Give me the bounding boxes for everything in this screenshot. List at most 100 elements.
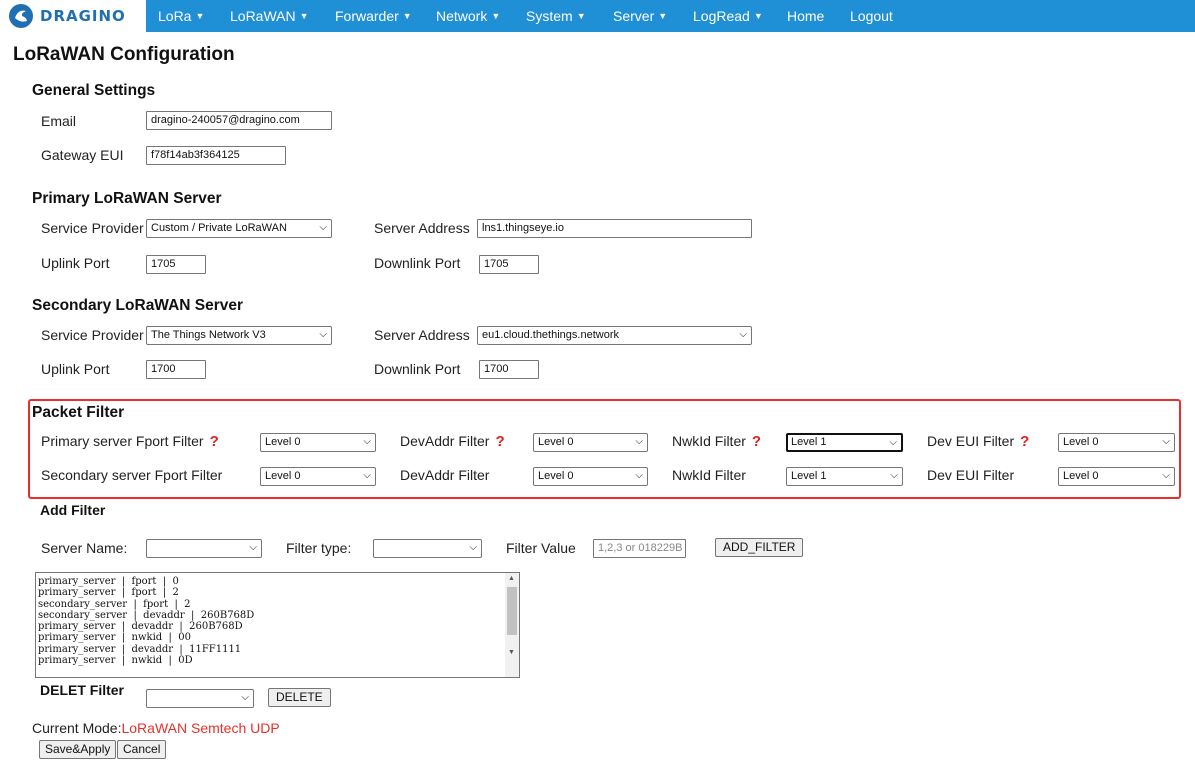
dragino-logo-icon (9, 4, 33, 28)
nav-server[interactable]: Server ▼ (613, 0, 667, 32)
help-icon[interactable]: ? (210, 433, 219, 450)
primary-deveui-filter-select[interactable]: Level 0 ⌵ (1058, 433, 1175, 452)
nav-label: LogRead (693, 8, 750, 24)
select-value: The Things Network V3 (151, 329, 266, 341)
select-value: Level 0 (1063, 436, 1099, 448)
add-filter-heading: Add Filter (40, 502, 106, 518)
nav-label: Home (787, 8, 825, 24)
scrollbar-thumb[interactable] (507, 587, 517, 635)
secondary-fport-filter-label: Secondary server Fport Filter (41, 467, 223, 483)
server-name-select[interactable]: ⌵ (146, 539, 262, 558)
select-value: eu1.cloud.thethings.network (482, 329, 619, 341)
current-mode: Current Mode:LoRaWAN Semtech UDP (32, 720, 280, 736)
primary-downlink-label: Downlink Port (374, 255, 461, 271)
secondary-deveui-filter-label: Dev EUI Filter (927, 467, 1015, 483)
filter-type-select[interactable]: ⌵ (373, 539, 482, 558)
scroll-up-icon[interactable]: ▲ (508, 575, 515, 582)
dragino-logo[interactable]: DRAGINO (0, 0, 146, 32)
secondary-deveui-filter-select[interactable]: Level 0 ⌵ (1058, 467, 1175, 486)
primary-devaddr-filter-select[interactable]: Level 0 ⌵ (533, 433, 648, 452)
delete-filter-heading: DELET Filter (40, 682, 125, 698)
secondary-devaddr-filter-select[interactable]: Level 0 ⌵ (533, 467, 648, 486)
label-text: Dev EUI Filter (927, 433, 1015, 449)
nav-forwarder[interactable]: Forwarder ▼ (335, 0, 412, 32)
nav-lora[interactable]: LoRa ▼ (158, 0, 204, 32)
chevron-down-icon: ⌵ (635, 470, 643, 481)
caret-down-icon: ▼ (299, 11, 309, 21)
filter-value-label: Filter Value (506, 540, 576, 556)
select-value: Level 0 (1063, 470, 1099, 482)
packet-filter-heading: Packet Filter (32, 404, 125, 421)
nav-logread[interactable]: LogRead ▼ (693, 0, 763, 32)
gateway-eui-field[interactable]: f78f14ab3f364125 (146, 146, 286, 165)
primary-devaddr-filter-label: DevAddr Filter? (400, 433, 505, 450)
label-text: Primary server Fport Filter (41, 433, 204, 449)
brand-name: DRAGINO (40, 7, 126, 25)
caret-down-icon: ▼ (658, 11, 668, 21)
select-value: Level 0 (538, 470, 574, 482)
delete-button[interactable]: DELETE (268, 688, 331, 707)
primary-fport-filter-select[interactable]: Level 0 ⌵ (260, 433, 376, 452)
primary-nwkid-filter-label: NwkId Filter? (672, 433, 761, 450)
primary-fport-filter-label: Primary server Fport Filter? (41, 433, 219, 450)
filter-value-input[interactable]: 1,2,3 or 018229B (593, 539, 686, 558)
chevron-down-icon: ⌵ (241, 692, 249, 703)
filter-list-scrollbar[interactable]: ▲ ▼ (505, 573, 519, 677)
secondary-downlink-field[interactable]: 1700 (479, 360, 539, 379)
chevron-down-icon: ⌵ (635, 436, 643, 447)
primary-nwkid-filter-select[interactable]: Level 1 ⌵ (786, 433, 903, 452)
nav-system[interactable]: System ▼ (526, 0, 586, 32)
secondary-downlink-label: Downlink Port (374, 361, 461, 377)
gateway-eui-label: Gateway EUI (41, 147, 124, 163)
cancel-button[interactable]: Cancel (117, 740, 167, 759)
primary-provider-select[interactable]: Custom / Private LoRaWAN ⌵ (146, 219, 332, 238)
email-field[interactable]: dragino-240057@dragino.com (146, 111, 332, 130)
secondary-address-label: Server Address (374, 327, 470, 343)
primary-provider-label: Service Provider (41, 220, 144, 236)
filter-list-textarea[interactable]: primary_server | fport | 0 primary_serve… (35, 572, 520, 678)
help-icon[interactable]: ? (1020, 433, 1029, 450)
nav-lorawan[interactable]: LoRaWAN ▼ (230, 0, 309, 32)
chevron-down-icon: ⌵ (363, 436, 371, 447)
caret-down-icon: ▼ (753, 11, 763, 21)
secondary-uplink-field[interactable]: 1700 (146, 360, 206, 379)
server-name-label: Server Name: (41, 540, 128, 556)
scroll-down-icon[interactable]: ▼ (508, 649, 515, 656)
nav-label: LoRaWAN (230, 8, 296, 24)
primary-address-label: Server Address (374, 220, 470, 236)
label-text: NwkId Filter (672, 433, 746, 449)
primary-uplink-field[interactable]: 1705 (146, 255, 206, 274)
save-apply-button[interactable]: Save&Apply (39, 740, 117, 759)
caret-down-icon: ▼ (491, 11, 501, 21)
current-mode-label: Current Mode: (32, 720, 122, 736)
nav-label: Forwarder (335, 8, 399, 24)
secondary-devaddr-filter-label: DevAddr Filter (400, 467, 490, 483)
nav-logout[interactable]: Logout (850, 0, 893, 32)
primary-uplink-label: Uplink Port (41, 255, 110, 271)
secondary-uplink-label: Uplink Port (41, 361, 110, 377)
nav-network[interactable]: Network ▼ (436, 0, 500, 32)
secondary-address-select[interactable]: eu1.cloud.thethings.network ⌵ (477, 326, 752, 345)
primary-address-field[interactable]: lns1.thingseye.io (477, 219, 752, 238)
select-value: Level 0 (265, 470, 301, 482)
secondary-nwkid-filter-select[interactable]: Level 1 ⌵ (786, 467, 903, 486)
primary-downlink-field[interactable]: 1705 (479, 255, 539, 274)
secondary-provider-select[interactable]: The Things Network V3 ⌵ (146, 326, 332, 345)
select-value: Level 0 (265, 436, 301, 448)
primary-deveui-filter-label: Dev EUI Filter? (927, 433, 1029, 450)
nav-label: Logout (850, 8, 893, 24)
help-icon[interactable]: ? (752, 433, 761, 450)
add-filter-button[interactable]: ADD_FILTER (715, 538, 804, 557)
select-value: Level 0 (538, 436, 574, 448)
chevron-down-icon: ⌵ (1162, 436, 1170, 447)
page-title: LoRaWAN Configuration (13, 44, 235, 65)
label-text: DevAddr Filter (400, 433, 490, 449)
select-value: Level 1 (791, 436, 827, 448)
delete-filter-select[interactable]: ⌵ (146, 689, 254, 708)
nav-label: LoRa (158, 8, 192, 24)
select-value: Level 1 (791, 470, 827, 482)
chevron-down-icon: ⌵ (319, 329, 327, 340)
help-icon[interactable]: ? (495, 433, 504, 450)
nav-home[interactable]: Home (787, 0, 824, 32)
secondary-fport-filter-select[interactable]: Level 0 ⌵ (260, 467, 376, 486)
